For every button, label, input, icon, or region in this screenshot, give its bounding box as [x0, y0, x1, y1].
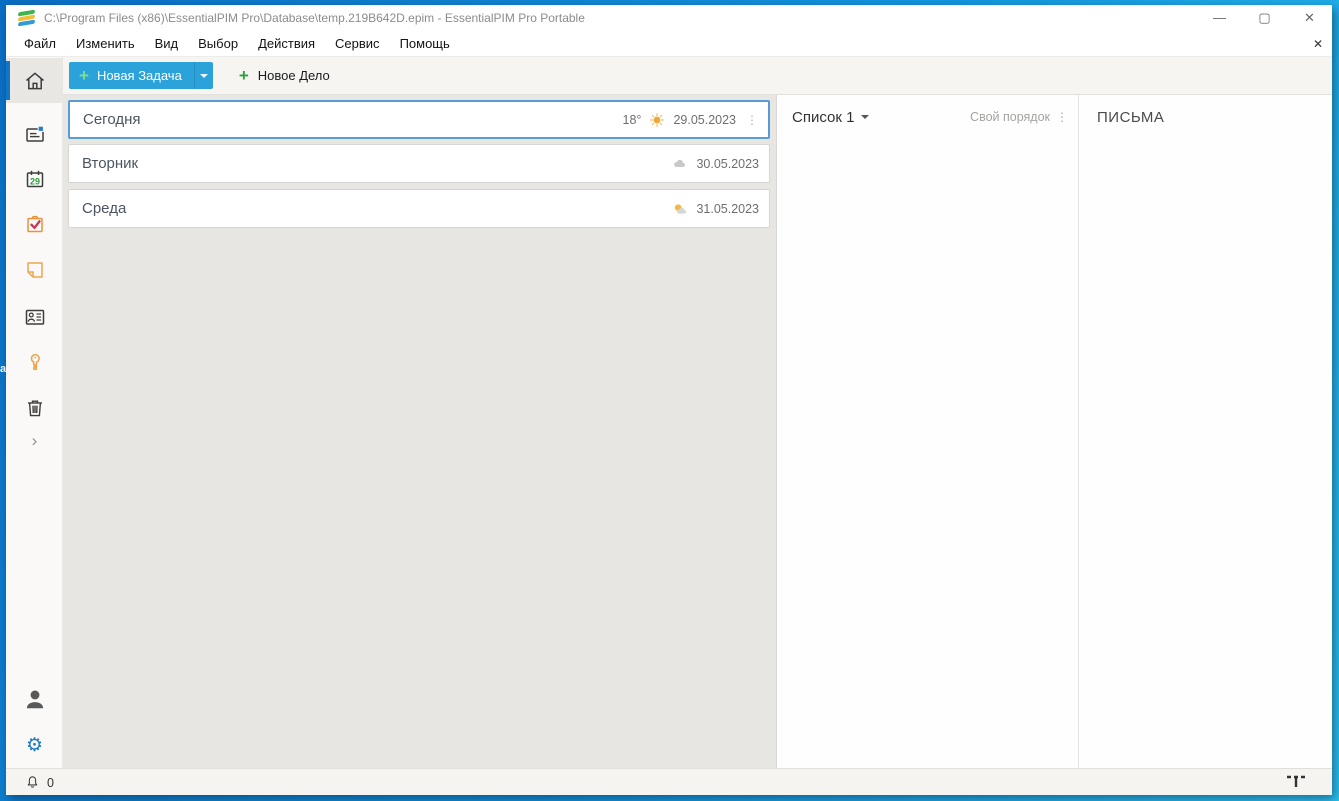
menu-actions[interactable]: Действия [248, 32, 325, 56]
new-task-dropdown-button[interactable] [193, 62, 213, 89]
day-title: Среда [82, 200, 127, 217]
new-task-button-group: + Новая Задача [69, 62, 213, 89]
settings-gear-icon: ⚙ [25, 734, 44, 756]
menu-view[interactable]: Вид [145, 32, 189, 56]
new-task-label: Новая Задача [96, 68, 182, 83]
close-button[interactable]: ✕ [1287, 5, 1332, 32]
tasks-icon [26, 215, 43, 232]
temperature: 18° [622, 112, 642, 127]
resize-grip-icon[interactable] [1286, 775, 1306, 794]
sidebar-item-today[interactable] [6, 58, 63, 103]
sidebar: 29 › ⚙ [6, 57, 63, 768]
day-card-today[interactable]: Сегодня 18° 29.05.2023 ⋮ [68, 100, 770, 139]
chevron-down-icon [199, 73, 208, 78]
svg-text:29: 29 [29, 176, 39, 186]
day-date: 30.05.2023 [696, 156, 759, 171]
minimize-button[interactable]: — [1197, 5, 1242, 32]
status-bar: 0 [6, 768, 1332, 795]
new-item-button[interactable]: + Новое Дело [229, 62, 340, 89]
window-title: C:\Program Files (x86)\EssentialPIM Pro\… [44, 11, 585, 25]
user-icon [26, 690, 43, 708]
chevron-down-icon[interactable] [861, 115, 870, 119]
sidebar-item-sticky-notes[interactable] [6, 247, 63, 292]
list-panel: Список 1 Свой порядок ⋮ [778, 95, 1079, 768]
sidebar-item-calendar[interactable]: 29 [6, 156, 63, 201]
home-icon [25, 71, 44, 89]
menu-tools[interactable]: Сервис [325, 32, 390, 56]
sort-order-button[interactable]: Свой порядок ⋮ [970, 110, 1068, 124]
passwords-icon [30, 353, 40, 370]
sidebar-user-button[interactable] [6, 676, 63, 721]
day-card-tuesday[interactable]: Вторник 30.05.2023 [68, 144, 770, 183]
sidebar-item-passwords[interactable] [6, 339, 63, 384]
card-menu-icon[interactable]: ⋮ [746, 113, 758, 127]
title-bar: C:\Program Files (x86)\EssentialPIM Pro\… [6, 5, 1332, 32]
notification-count: 0 [47, 775, 54, 790]
content-panels: Сегодня 18° 29.05.2023 ⋮ Вторник 30.05.2… [63, 95, 1332, 768]
day-title: Вторник [82, 155, 139, 172]
menu-file[interactable]: Файл [14, 32, 66, 56]
list-panel-header: Список 1 Свой порядок ⋮ [778, 95, 1078, 139]
new-task-button[interactable]: + Новая Задача [69, 62, 194, 89]
sunny-weather-icon [650, 112, 665, 127]
bell-icon [27, 776, 38, 788]
kebab-menu-icon: ⋮ [1056, 110, 1068, 124]
plus-icon: + [79, 65, 89, 85]
calendar-icon: 29 [26, 170, 43, 187]
trash-icon [27, 400, 42, 416]
app-window: C:\Program Files (x86)\EssentialPIM Pro\… [6, 5, 1332, 795]
notifications-button[interactable]: 0 [24, 769, 54, 796]
sticky-notes-icon [26, 261, 43, 278]
maximize-button[interactable]: ▢ [1242, 5, 1287, 32]
contacts-icon [25, 309, 44, 325]
expand-chevron-icon: › [31, 430, 38, 450]
day-title: Сегодня [83, 111, 141, 128]
sort-order-label: Свой порядок [970, 110, 1050, 124]
sidebar-item-notes[interactable] [6, 111, 63, 156]
mail-panel: ПИСЬМА [1080, 95, 1332, 768]
day-date: 29.05.2023 [673, 112, 736, 127]
mail-panel-title: ПИСЬМА [1097, 109, 1165, 126]
menu-help[interactable]: Помощь [390, 32, 460, 56]
essentialpim-logo-icon [17, 9, 37, 27]
cloudy-weather-icon [674, 159, 686, 167]
sidebar-expand-button[interactable]: › [6, 423, 63, 457]
window-controls: — ▢ ✕ [1197, 5, 1332, 32]
plus-icon: + [238, 65, 249, 85]
panel-close-icon[interactable]: ✕ [1313, 32, 1323, 56]
tasks-panel: Сегодня 18° 29.05.2023 ⋮ Вторник 30.05.2… [63, 95, 777, 768]
notes-icon [25, 125, 44, 142]
sidebar-settings-button[interactable]: ⚙ [6, 727, 63, 763]
day-date: 31.05.2023 [696, 201, 759, 216]
desktop: { "window": { "title": "C:\\Program File… [0, 0, 1339, 801]
partly-cloudy-weather-icon [675, 203, 687, 214]
sidebar-item-contacts[interactable] [6, 294, 63, 339]
list-selector[interactable]: Список 1 [792, 109, 854, 126]
menu-bar: Файл Изменить Вид Выбор Действия Сервис … [6, 32, 1332, 57]
menu-select[interactable]: Выбор [188, 32, 248, 56]
toolbar: + Новая Задача + Новое Дело [63, 57, 1332, 95]
new-item-label: Новое Дело [257, 68, 330, 83]
day-card-wednesday[interactable]: Среда 31.05.2023 [68, 189, 770, 228]
sidebar-item-tasks[interactable] [6, 201, 63, 246]
menu-edit[interactable]: Изменить [66, 32, 145, 56]
